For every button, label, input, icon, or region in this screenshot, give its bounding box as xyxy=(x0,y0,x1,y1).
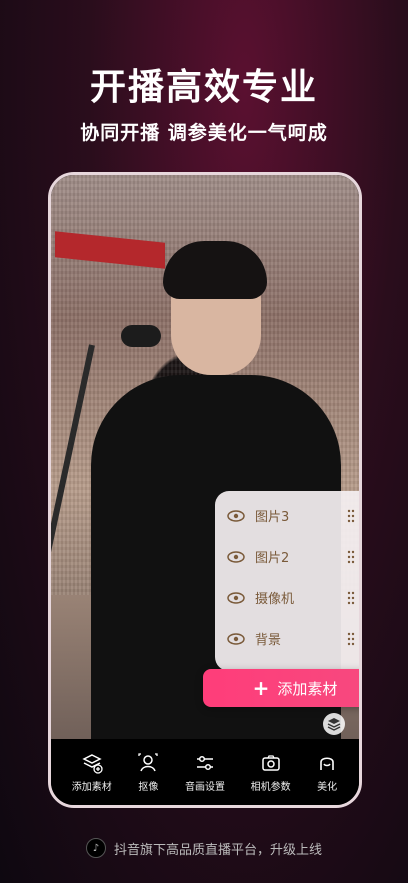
tool-label: 相机参数 xyxy=(250,781,291,793)
eye-icon[interactable] xyxy=(227,591,245,604)
microphone xyxy=(121,325,161,347)
headline: 开播高效专业 xyxy=(89,67,318,108)
eye-icon[interactable] xyxy=(227,632,245,645)
add-material-label: 添加素材 xyxy=(277,679,338,698)
douyin-logo-icon: ♪ xyxy=(85,838,106,858)
bottom-toolbar: 添加素材 抠像 音画设置 相机参数 美化 xyxy=(51,739,359,805)
tool-keying[interactable]: 抠像 xyxy=(137,752,159,793)
layer-row[interactable]: 图片2 xyxy=(215,536,359,577)
av-settings-icon xyxy=(196,755,213,770)
tool-label: 美化 xyxy=(317,781,338,793)
tool-label: 音画设置 xyxy=(184,781,225,793)
layer-row[interactable]: 背景 xyxy=(215,618,359,659)
add-material-icon xyxy=(82,753,103,774)
drag-handle-icon[interactable] xyxy=(347,632,355,646)
footer-text: 抖音旗下高品质直播平台，升级上线 xyxy=(113,842,322,858)
layer-label: 图片3 xyxy=(255,510,290,525)
camera-params-icon xyxy=(261,754,280,771)
layers-panel: 图片3 图片2 摄像机 背景 xyxy=(215,491,359,671)
layer-label: 摄像机 xyxy=(255,592,295,607)
layer-row[interactable]: 图片3 xyxy=(215,495,359,536)
eye-icon[interactable] xyxy=(227,550,245,563)
layer-row[interactable]: 摄像机 xyxy=(215,577,359,618)
plus-icon: + xyxy=(252,676,270,700)
keying-icon xyxy=(138,752,159,771)
footer: ♪ 抖音旗下高品质直播平台，升级上线 xyxy=(0,838,408,858)
layer-label: 背景 xyxy=(255,633,282,648)
performer-hair xyxy=(163,241,267,299)
add-material-button[interactable]: + 添加素材 xyxy=(203,669,359,707)
drag-handle-icon[interactable] xyxy=(347,591,355,605)
tool-av-settings[interactable]: 音画设置 xyxy=(185,752,225,793)
layers-icon[interactable] xyxy=(323,713,345,735)
tool-add-material[interactable]: 添加素材 xyxy=(72,752,112,793)
tool-label: 抠像 xyxy=(138,781,159,793)
beauty-icon xyxy=(320,756,334,770)
tool-label: 添加素材 xyxy=(71,781,112,793)
layer-label: 图片2 xyxy=(255,551,290,566)
tool-beauty[interactable]: 美化 xyxy=(316,752,338,793)
drag-handle-icon[interactable] xyxy=(347,550,355,564)
drag-handle-icon[interactable] xyxy=(347,509,355,523)
subline: 协同开播 调参美化一气呵成 xyxy=(80,122,328,144)
phone-mockup: 图片3 图片2 摄像机 背景 + 添加素材 添加素材 抠像 音画设置 相机参数 … xyxy=(48,172,362,808)
tool-camera-params[interactable]: 相机参数 xyxy=(251,752,291,793)
eye-icon[interactable] xyxy=(227,509,245,522)
